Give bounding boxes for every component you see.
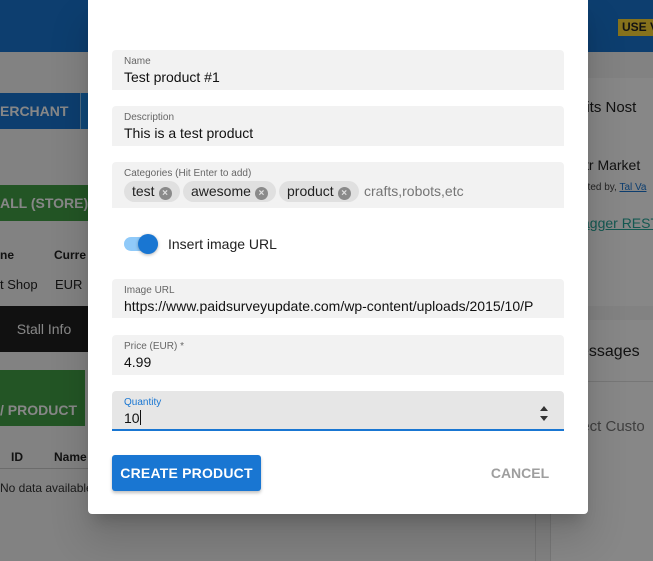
description-field-label: Description — [124, 112, 175, 123]
remove-chip-icon[interactable]: × — [158, 187, 172, 200]
name-field-value[interactable]: Test product #1 — [124, 69, 552, 85]
categories-field[interactable]: Categories (Hit Enter to add) test × awes… — [112, 162, 564, 208]
image-url-field-label: Image URL — [124, 285, 175, 296]
stepper-down-icon[interactable] — [540, 416, 548, 421]
quantity-field[interactable]: Quantity 10 — [112, 391, 564, 431]
category-chip-label: test — [132, 183, 155, 199]
image-url-field[interactable]: Image URL https://www.paidsurveyupdate.c… — [112, 279, 564, 318]
category-chip-label: product — [287, 183, 334, 199]
price-field-label: Price (EUR) * — [124, 341, 185, 352]
category-chip[interactable]: product × — [279, 181, 359, 202]
remove-chip-icon[interactable]: × — [337, 187, 351, 200]
description-field-value[interactable]: This is a test product — [124, 125, 552, 141]
image-url-toggle-label[interactable]: Insert image URL — [168, 236, 277, 252]
price-field[interactable]: Price (EUR) * 4.99 — [112, 335, 564, 375]
cancel-button[interactable]: CANCEL — [480, 455, 560, 491]
image-url-field-value[interactable]: https://www.paidsurveyupdate.com/wp-cont… — [124, 298, 552, 314]
quantity-field-label: Quantity — [124, 397, 162, 408]
create-product-dialog: Name Test product #1 Description This is… — [88, 0, 588, 514]
category-chip[interactable]: test × — [124, 181, 180, 202]
remove-chip-icon[interactable]: × — [254, 187, 268, 200]
image-url-toggle-knob[interactable] — [138, 234, 158, 254]
categories-input[interactable]: crafts,robots,etc — [364, 183, 464, 199]
category-chip-label: awesome — [191, 183, 251, 199]
name-field-label: Name — [124, 56, 151, 67]
name-field[interactable]: Name Test product #1 — [112, 50, 564, 90]
create-product-button[interactable]: CREATE PRODUCT — [112, 455, 261, 491]
categories-field-label: Categories (Hit Enter to add) — [124, 168, 252, 179]
text-caret — [139, 410, 141, 425]
stepper-up-icon[interactable] — [540, 406, 548, 411]
price-field-value[interactable]: 4.99 — [124, 354, 552, 370]
category-chip[interactable]: awesome × — [183, 181, 276, 202]
quantity-field-value[interactable]: 10 — [124, 410, 552, 426]
quantity-stepper[interactable] — [540, 406, 550, 421]
description-field[interactable]: Description This is a test product — [112, 106, 564, 146]
